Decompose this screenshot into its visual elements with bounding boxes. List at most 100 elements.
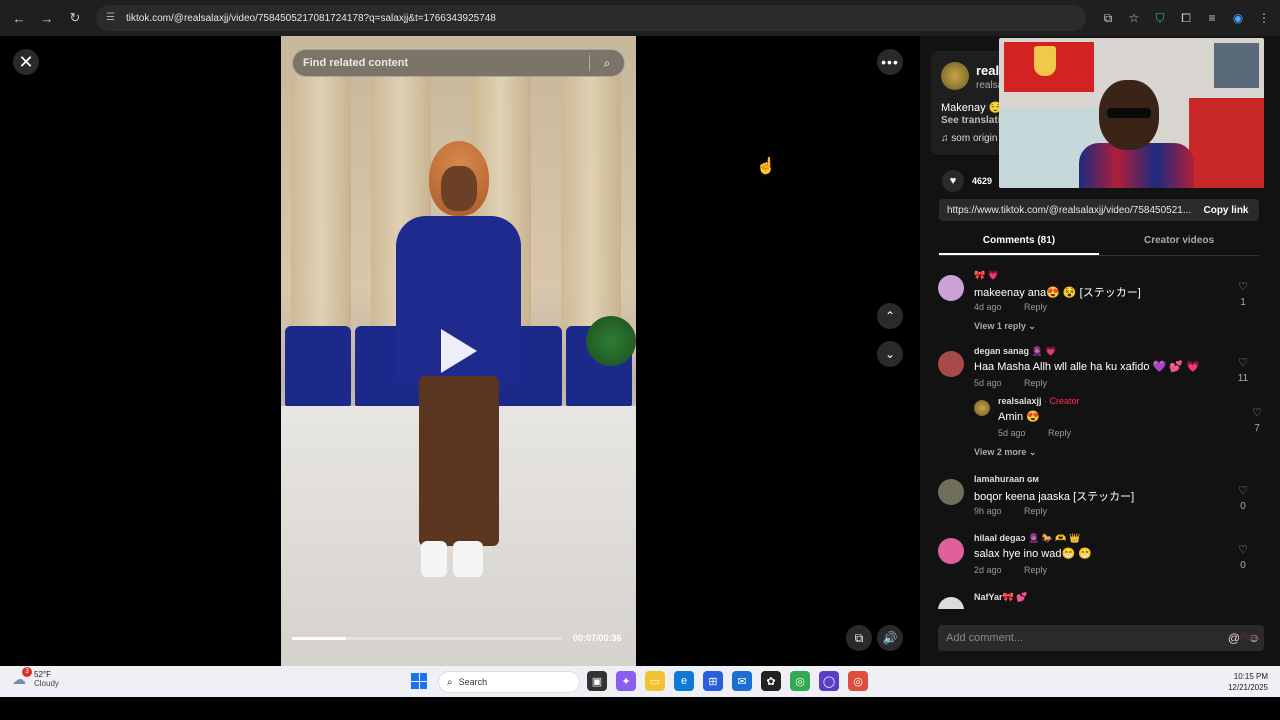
weather-widget[interactable]: ☁ 3 52°F Cloudy xyxy=(12,667,59,688)
back-icon[interactable]: ← xyxy=(8,7,30,29)
system-clock[interactable]: 10:15 PM 12/21/2025 xyxy=(1228,671,1268,693)
heart-outline-icon[interactable]: ♡ xyxy=(1236,280,1250,293)
extension-shield-icon[interactable]: ⛉ xyxy=(1152,11,1168,26)
heart-outline-icon[interactable]: ♡ xyxy=(1236,356,1250,369)
reply-age: 5d ago xyxy=(998,428,1026,438)
comment-author[interactable]: hilaal degaↄ 🧕🏽 🐎 🫶 👑 xyxy=(974,533,1080,544)
close-icon[interactable]: ✕ xyxy=(13,49,39,75)
search-placeholder: Find related content xyxy=(303,57,409,69)
reply-avatar[interactable] xyxy=(974,400,990,416)
reply-button[interactable]: Reply xyxy=(1024,378,1047,388)
file-explorer-icon[interactable]: ▭ xyxy=(645,671,665,691)
app-circle-icon[interactable]: ◯ xyxy=(819,671,839,691)
view-replies-button[interactable]: View 1 reply ⌄ xyxy=(974,321,1036,332)
comment-author[interactable]: degan sanag 🧕🏽 💗 xyxy=(974,346,1056,357)
forward-icon[interactable]: → xyxy=(36,7,58,29)
comment-avatar[interactable] xyxy=(938,351,964,377)
taskbar-apps: ▣ ✦ ▭ e ⊞ ✉ ✿ ◎ ◯ ◎ xyxy=(587,671,868,691)
comment-age: 5d ago xyxy=(974,378,1002,388)
comment-author[interactable]: 🎀 💗 xyxy=(974,270,999,281)
comment-like-count: 11 xyxy=(1237,373,1249,384)
creator-tag: · Creator xyxy=(1041,396,1080,406)
comment-author[interactable]: NafYar🎀 💕 xyxy=(974,592,1027,603)
chrome-profile-icon[interactable]: ◎ xyxy=(848,671,868,691)
windows-start-icon[interactable] xyxy=(411,673,427,689)
reply-author[interactable]: realsalaxjj · Creator xyxy=(998,396,1080,406)
panel-tabs: Comments (81) Creator videos xyxy=(939,232,1259,256)
menu-kebab-icon[interactable]: ⋮ xyxy=(1256,11,1272,25)
view-more-replies-button[interactable]: View 2 more ⌄ xyxy=(974,447,1036,458)
comment-age: 9h ago xyxy=(974,506,1002,516)
chevron-down-icon[interactable]: ⌄ xyxy=(877,341,903,367)
copilot-icon[interactable]: ✦ xyxy=(616,671,636,691)
bottom-strip xyxy=(0,697,1280,720)
edge-icon[interactable]: e xyxy=(674,671,694,691)
heart-outline-icon[interactable]: ♡ xyxy=(1236,543,1250,556)
address-bar[interactable]: ☰ tiktok.com/@realsalaxjj/video/75845052… xyxy=(96,5,1086,31)
heart-icon[interactable]: ♥ xyxy=(942,170,964,192)
sound-link[interactable]: ♫ som origin xyxy=(941,133,997,144)
floating-player-icon[interactable]: ⧉ xyxy=(846,625,872,651)
see-translation-link[interactable]: See translatio xyxy=(941,115,1007,126)
install-app-icon[interactable]: ⧉ xyxy=(1100,11,1116,26)
browser-actions: ⧉ ☆ ⛉ ⧠ ≡ ◉ ⋮ xyxy=(1100,11,1272,26)
add-comment-input[interactable]: Add comment... @ ☺ xyxy=(938,625,1264,651)
taskbar-search[interactable]: ⌕ Search xyxy=(438,671,580,693)
app-icon[interactable]: ✿ xyxy=(761,671,781,691)
person-face xyxy=(441,166,477,211)
comment-meta: 5d ago Reply xyxy=(974,378,1047,388)
comment-avatar[interactable] xyxy=(938,538,964,564)
outlook-icon[interactable]: ✉ xyxy=(732,671,752,691)
post-button[interactable]: Post xyxy=(1240,632,1260,643)
task-view-icon[interactable]: ▣ xyxy=(587,671,607,691)
webcam-chair xyxy=(1189,98,1264,188)
video-viewer: ✕ Find related content ⌕ 00:07/00:36 •••… xyxy=(0,36,920,666)
curtain-decor xyxy=(291,76,351,336)
comment-like-count: 0 xyxy=(1240,501,1246,512)
creator-avatar[interactable] xyxy=(941,62,969,90)
chevron-up-icon[interactable]: ⌃ xyxy=(877,303,903,329)
reply-button[interactable]: Reply xyxy=(1024,302,1047,312)
video-player[interactable]: Find related content ⌕ 00:07/00:36 xyxy=(281,36,636,666)
profile-icon[interactable]: ◉ xyxy=(1230,11,1246,25)
browser-toolbar: ← → ↻ ☰ tiktok.com/@realsalaxjj/video/75… xyxy=(0,0,1280,36)
tab-creator-videos[interactable]: Creator videos xyxy=(1099,232,1259,255)
site-info-icon[interactable]: ☰ xyxy=(106,12,118,24)
extensions-icon[interactable]: ⧠ xyxy=(1178,11,1194,26)
comment-like-count: 1 xyxy=(1240,297,1246,308)
weather-desc: Cloudy xyxy=(34,679,59,688)
copy-link-button[interactable]: Copy link xyxy=(1193,205,1259,216)
comment-author[interactable]: lamahuraan ɢᴍ xyxy=(974,474,1039,484)
comment-item: degan sanag 🧕🏽 💗 Haa Masha Allh wll alle… xyxy=(938,346,1268,466)
store-icon[interactable]: ⊞ xyxy=(703,671,723,691)
shoe xyxy=(421,541,447,577)
comment-text: makeenay ana😍 😵 [ステッカー] xyxy=(974,287,1141,299)
reply-button[interactable]: Reply xyxy=(1024,565,1047,575)
find-related-search[interactable]: Find related content ⌕ xyxy=(292,49,625,77)
reply-button[interactable]: Reply xyxy=(1024,506,1047,516)
tab-comments[interactable]: Comments (81) xyxy=(939,232,1099,255)
video-progress-bar[interactable] xyxy=(292,637,562,640)
reply-button[interactable]: Reply xyxy=(1048,428,1071,438)
share-link-text[interactable]: https://www.tiktok.com/@realsalaxjj/vide… xyxy=(947,205,1193,216)
reply-text: Amin 😍 xyxy=(998,411,1040,423)
comments-list[interactable]: 🎀 💗 makeenay ana😍 😵 [ステッカー] 4d ago Reply… xyxy=(920,264,1280,609)
volume-icon[interactable]: 🔊 xyxy=(877,625,903,651)
bookmark-star-icon[interactable]: ☆ xyxy=(1126,11,1142,25)
heart-outline-icon[interactable]: ♡ xyxy=(1236,484,1250,497)
comment-avatar[interactable] xyxy=(938,479,964,505)
heart-outline-icon[interactable]: ♡ xyxy=(1250,406,1264,419)
comment-item: 🎀 💗 makeenay ana😍 😵 [ステッカー] 4d ago Reply… xyxy=(938,270,1268,332)
search-icon[interactable]: ⌕ xyxy=(590,56,624,71)
webcam-flag-badge xyxy=(1034,46,1056,76)
shoe xyxy=(453,541,483,577)
media-control-icon[interactable]: ≡ xyxy=(1204,11,1220,25)
reply-author-name: realsalaxjj xyxy=(998,396,1042,406)
play-icon[interactable] xyxy=(441,329,477,373)
reload-icon[interactable]: ↻ xyxy=(64,7,86,29)
chrome-icon[interactable]: ◎ xyxy=(790,671,810,691)
comment-text: salax hye ino wad😁 😁 xyxy=(974,548,1092,560)
comment-avatar[interactable] xyxy=(938,275,964,301)
comment-avatar[interactable] xyxy=(938,597,964,609)
more-options-icon[interactable]: ••• xyxy=(877,49,903,75)
